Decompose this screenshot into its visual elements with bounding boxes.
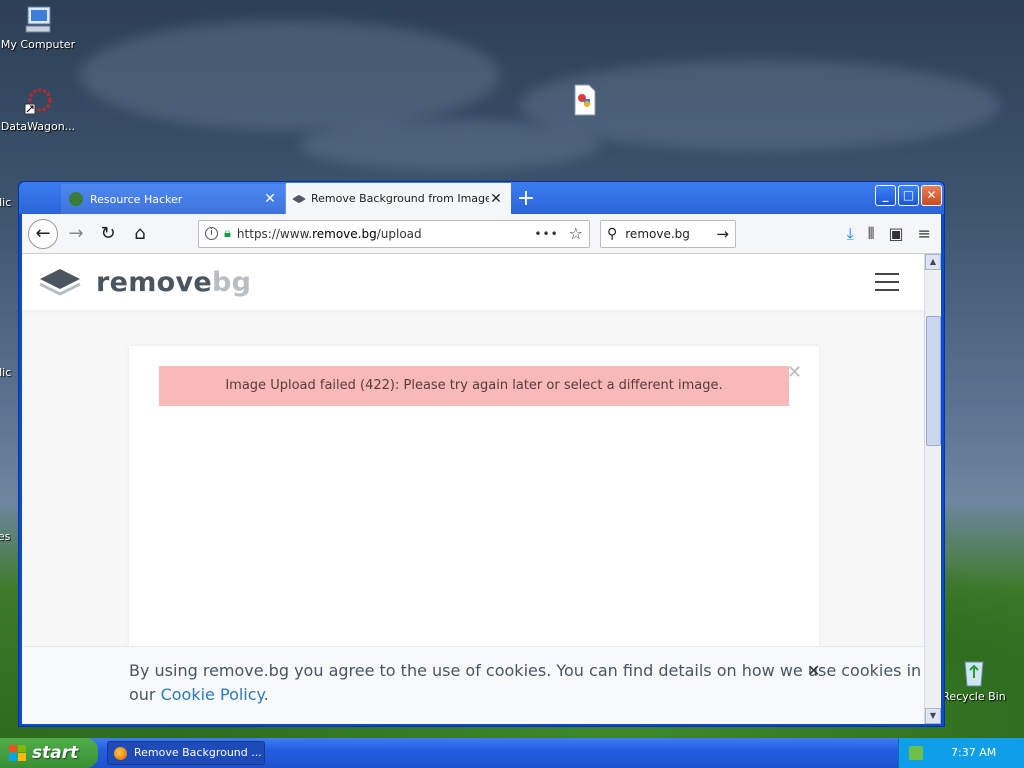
windows-flag-icon [9,745,26,761]
scroll-up-button[interactable]: ▲ [925,254,941,270]
tab-resource-hacker[interactable]: Resource Hacker ✕ [61,184,286,214]
cookie-banner: By using remove.bg you agree to the use … [22,646,926,724]
vertical-scrollbar[interactable]: ▲ ▼ [924,254,941,724]
search-icon: ⚲ [607,225,618,242]
partial-label-mic-1: Mic [0,196,12,209]
scroll-down-button[interactable]: ▼ [925,708,941,724]
reload-button[interactable]: ↻ [94,220,122,248]
my-computer-label: My Computer [0,38,76,51]
start-button[interactable]: start [0,738,98,768]
cookie-text-end: . [263,685,269,704]
clock[interactable]: 7:37 AM [951,746,996,759]
system-tray: 7:37 AM [898,738,1024,768]
home-button[interactable]: ⌂ [126,220,154,248]
datawagon-shortcut-icon [22,86,54,118]
logo-text-accent: bg [212,266,252,298]
datawagon-label: DataWagon... [0,120,76,133]
network-icon[interactable] [909,746,923,760]
firefox-icon [114,747,127,760]
bookmark-star-icon[interactable]: ☆ [569,224,583,243]
partial-label-mic-2: Mic [0,366,12,379]
site-header: removebg [22,254,941,310]
image-file-icon [569,84,601,116]
taskbar-item-remove-background[interactable]: Remove Background ... [107,741,265,765]
tab-title: Remove Background from Image [311,192,489,205]
url-bar[interactable]: i 🔒︎ https://www.remove.bg/upload ••• ☆ [198,219,590,248]
url-domain: remove.bg [312,226,377,241]
browser-window: Resource Hacker ✕ Remove Background from… [18,181,945,727]
lock-icon: 🔒︎ [224,226,231,241]
datawagon-icon[interactable]: DataWagon... [0,86,78,133]
navigation-toolbar: ← → ↻ ⌂ i 🔒︎ https://www.remove.bg/uploa… [22,214,941,254]
url-path: /upload [376,226,422,241]
info-icon[interactable]: i [205,227,218,240]
close-tab-icon[interactable]: ✕ [489,191,503,207]
download-icon[interactable]: ⤓ [847,224,854,244]
minimize-button[interactable]: _ [875,185,896,206]
site-logo[interactable]: removebg [96,267,251,298]
page-actions-icon[interactable]: ••• [534,227,558,241]
close-window-button[interactable]: ✕ [921,185,942,206]
resource-hacker-favicon-icon [69,192,83,206]
menu-icon[interactable]: ≡ [918,224,931,244]
close-tab-icon[interactable]: ✕ [263,191,277,207]
forward-button[interactable]: → [62,220,90,248]
back-button[interactable]: ← [28,218,58,249]
my-computer-icon[interactable]: My Computer [0,4,78,51]
page-viewport: removebg Image Upload failed (422): Plea… [22,254,941,724]
hamburger-menu-icon[interactable] [875,267,899,297]
tab-title: Resource Hacker [90,192,183,206]
paint-file-icon[interactable] [545,84,625,118]
maximize-button[interactable]: □ [898,185,919,206]
tab-remove-bg[interactable]: Remove Background from Image ✕ [286,183,511,214]
removebg-logo-icon[interactable] [38,267,82,297]
url-prefix: https://www. [236,226,313,241]
recycle-bin-image [958,656,990,688]
recycle-bin-label: Recycle Bin [942,690,1006,703]
library-icon[interactable]: ⫴ [868,224,875,244]
tab-bar: Resource Hacker ✕ Remove Background from… [19,182,944,214]
start-label: start [32,743,79,763]
removebg-favicon-icon [291,194,307,203]
alert-close-icon[interactable]: ✕ [787,362,802,383]
scroll-thumb[interactable] [926,316,941,446]
sidebar-icon[interactable]: ▣ [888,224,903,244]
error-alert: Image Upload failed (422): Please try ag… [159,366,789,406]
search-go-icon[interactable]: → [716,225,729,243]
new-tab-button[interactable]: + [511,184,541,214]
cookie-close-icon[interactable]: ✕ [807,659,820,683]
logo-text-main: remove [96,266,213,298]
search-bar[interactable]: ⚲ remove.bg → [600,219,736,248]
computer-icon [22,4,54,36]
url-text: https://www.remove.bg/upload [237,227,535,241]
taskbar-item-label: Remove Background ... [134,746,262,759]
taskbar: start Remove Background ... 7:37 AM [0,738,1024,768]
search-input[interactable]: remove.bg [625,227,716,241]
partial-label-res: res [0,530,11,543]
recycle-bin-icon[interactable]: Recycle Bin [934,656,1014,703]
cookie-policy-link[interactable]: Cookie Policy [161,685,264,704]
